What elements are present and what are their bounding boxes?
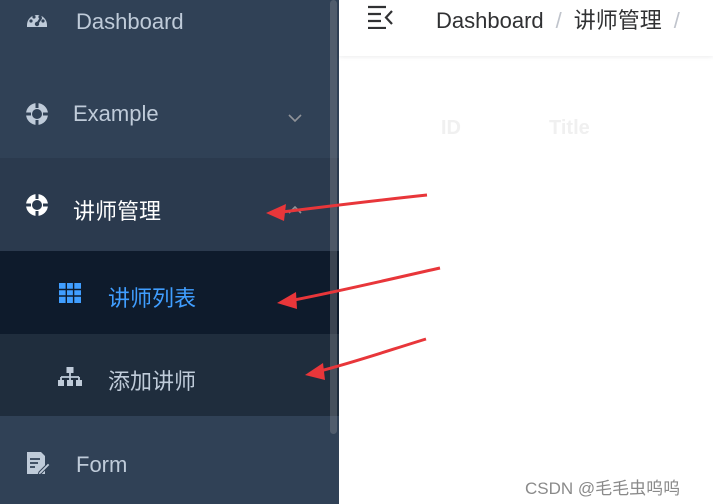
chevron-up-icon bbox=[287, 196, 303, 222]
hamburger-icon[interactable] bbox=[367, 3, 393, 30]
watermark: CSDN @毛毛虫呜呜 bbox=[525, 479, 681, 498]
sidebar-item-label: 添加讲师 bbox=[108, 369, 197, 394]
sidebar-item-label: 讲师管理 bbox=[73, 199, 162, 224]
chevron-down-icon bbox=[287, 104, 303, 130]
table-icon bbox=[57, 280, 83, 306]
breadcrumb-separator: / bbox=[555, 8, 562, 33]
example-icon bbox=[24, 192, 50, 218]
sidebar-item-label: Form bbox=[76, 452, 128, 477]
sidebar-item-label: Dashboard bbox=[76, 9, 184, 34]
sidebar-item-example[interactable]: Example bbox=[0, 72, 339, 156]
main-content: ID Title bbox=[339, 57, 713, 504]
sidebar-item-label: Example bbox=[73, 101, 159, 126]
tree-icon bbox=[57, 364, 83, 390]
table-header-title: Title bbox=[549, 117, 590, 139]
sidebar-item-teacher-management[interactable]: 讲师管理 bbox=[0, 158, 339, 251]
breadcrumb-item-teacher-management[interactable]: 讲师管理 bbox=[574, 8, 662, 33]
breadcrumb-item-dashboard[interactable]: Dashboard bbox=[436, 8, 544, 33]
sidebar-item-teacher-list[interactable]: 讲师列表 bbox=[0, 251, 339, 334]
form-icon bbox=[24, 450, 50, 476]
sidebar-item-dashboard[interactable]: Dashboard bbox=[0, 0, 339, 44]
example-icon bbox=[24, 101, 50, 127]
breadcrumb-separator: / bbox=[673, 8, 680, 33]
navbar: Dashboard / 讲师管理 / bbox=[339, 0, 713, 56]
app-root: Dashboard Example 讲师管理 讲师列表 添加讲师 Form Da… bbox=[0, 0, 713, 504]
sidebar-scrollbar[interactable] bbox=[330, 0, 337, 434]
breadcrumb: Dashboard / 讲师管理 / bbox=[436, 3, 692, 35]
dashboard-icon bbox=[24, 7, 50, 33]
sidebar-item-form[interactable]: Form bbox=[0, 436, 339, 496]
table-header-id: ID bbox=[441, 117, 461, 139]
sidebar-item-add-teacher[interactable]: 添加讲师 bbox=[0, 334, 339, 416]
sidebar: Dashboard Example 讲师管理 讲师列表 添加讲师 Form bbox=[0, 0, 339, 504]
sidebar-item-label: 讲师列表 bbox=[108, 286, 197, 311]
